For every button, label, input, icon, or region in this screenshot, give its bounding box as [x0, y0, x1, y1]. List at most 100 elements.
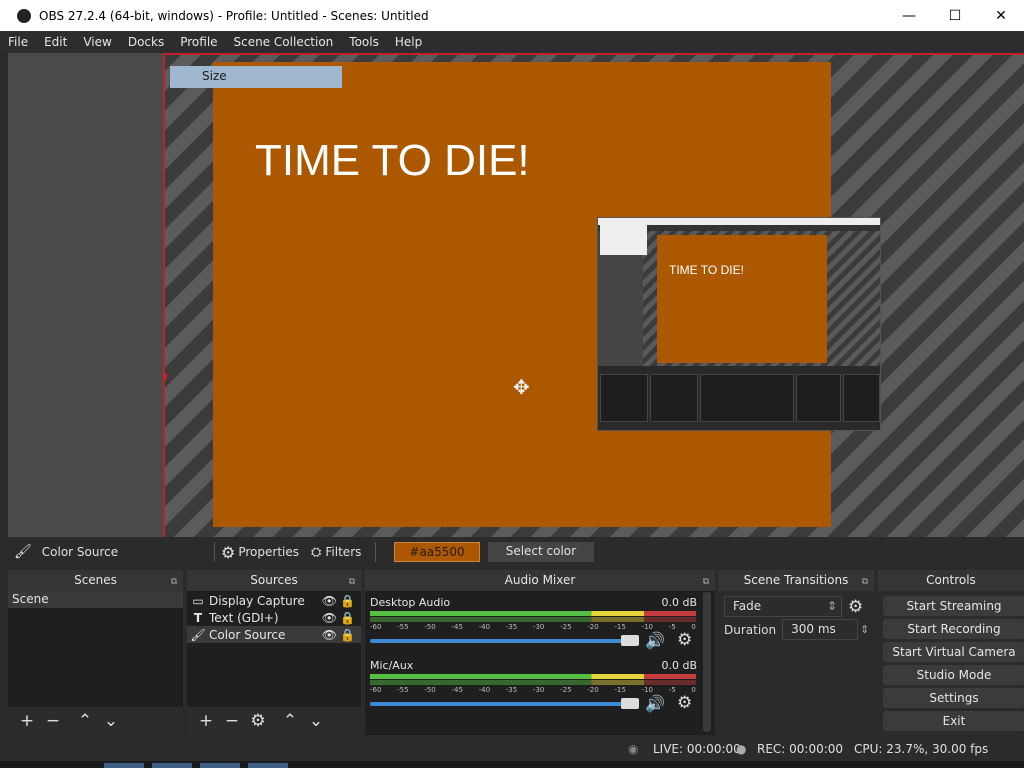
duration-input[interactable]: 300 ms — [782, 619, 859, 640]
live-status: LIVE: 00:00:00 — [653, 742, 741, 756]
size-menu-item[interactable]: Size — [170, 66, 342, 88]
volume-slider-handle[interactable] — [621, 698, 639, 709]
scenes-dock: Scenes ⧉ Scene + − ⌃ ⌄ — [8, 570, 183, 735]
selection-border-top — [163, 53, 1024, 55]
controls-title: Controls — [926, 573, 976, 587]
lock-icon[interactable]: 🔒 — [340, 611, 355, 625]
menu-view[interactable]: View — [75, 35, 119, 49]
mixer-scrollbar[interactable] — [703, 592, 711, 732]
sources-title: Sources — [250, 573, 298, 587]
display-capture-source[interactable]: TIME TO DIE! — [597, 217, 881, 431]
source-item[interactable]: 🖌 Color Source 👁 🔒 — [187, 626, 361, 643]
move-up-icon[interactable]: ⌃ — [72, 711, 98, 731]
transitions-title: Scene Transitions — [743, 573, 849, 587]
move-down-icon[interactable]: ⌄ — [303, 711, 329, 731]
popout-icon[interactable]: ⧉ — [703, 572, 709, 593]
transition-value: Fade — [733, 599, 762, 613]
taskbar — [0, 761, 1024, 768]
speaker-icon[interactable]: 🔊 — [645, 694, 665, 713]
eye-icon[interactable]: 👁 — [322, 594, 337, 608]
volume-slider[interactable] — [370, 702, 632, 706]
controls-dock: Controls Start Streaming Start Recording… — [878, 570, 1024, 735]
selected-source: 🖌 Color Source — [14, 544, 208, 560]
sources-dock: Sources ⧉ ▭ Display Capture 👁 🔒 T Text (G… — [187, 570, 361, 735]
filter-icon: ⛭ — [311, 544, 322, 560]
gear-icon[interactable]: ⚙ — [677, 630, 692, 650]
source-item[interactable]: T Text (GDI+) 👁 🔒 — [187, 609, 361, 626]
db-scale: -60 -55 -50 -45 -40 -35 -30 -25 -20 -15 -10 -5 0 — [370, 686, 696, 694]
close-button[interactable]: ✕ — [978, 0, 1024, 31]
color-source-canvas[interactable]: TIME TO DIE! TIME TO DIE! ✥ — [213, 62, 881, 527]
properties-button[interactable]: ⚙ Properties — [221, 543, 299, 562]
monitor-icon: ▭ — [192, 593, 204, 608]
nested-canvas-text: TIME TO DIE! — [669, 263, 744, 277]
eye-icon[interactable]: 👁 — [322, 611, 337, 625]
selection-border-left — [163, 53, 165, 537]
remove-icon[interactable]: − — [40, 711, 66, 731]
gear-icon[interactable]: ⚙ — [245, 711, 271, 731]
channel-db: 0.0 dB — [661, 596, 697, 609]
menu-scene-collection[interactable]: Scene Collection — [226, 35, 342, 49]
speaker-icon[interactable]: 🔊 — [645, 631, 665, 650]
duration-label: Duration — [724, 622, 777, 637]
transition-select[interactable]: Fade ⇕ — [724, 596, 842, 617]
select-color-button[interactable]: Select color — [487, 542, 595, 562]
popout-icon[interactable]: ⧉ — [862, 572, 868, 593]
spinner-icon[interactable]: ⇕ — [860, 623, 869, 636]
add-icon[interactable]: + — [193, 711, 219, 731]
channel-name: Mic/Aux — [370, 659, 414, 672]
gear-icon[interactable]: ⚙ — [848, 597, 863, 617]
channel-db: 0.0 dB — [661, 659, 697, 672]
scene-transitions-dock: Scene Transitions ⧉ Fade ⇕ ⚙ Duration 300… — [718, 570, 874, 735]
exit-button[interactable]: Exit — [883, 711, 1024, 731]
color-value-button[interactable]: #aa5500 — [394, 542, 480, 562]
preview-area[interactable]: TIME TO DIE! TIME TO DIE! ✥ Size — [163, 53, 1024, 537]
popout-icon[interactable]: ⧉ — [349, 572, 355, 593]
settings-button[interactable]: Settings — [883, 688, 1024, 708]
source-name: Text (GDI+) — [209, 610, 279, 625]
gear-icon: ⚙ — [221, 542, 236, 562]
gear-icon[interactable]: ⚙ — [677, 693, 692, 713]
add-icon[interactable]: + — [14, 711, 40, 731]
volume-slider-handle[interactable] — [621, 635, 639, 646]
move-up-icon[interactable]: ⌃ — [277, 711, 303, 731]
lock-icon[interactable]: 🔒 — [340, 628, 355, 642]
scene-item[interactable]: Scene — [8, 591, 183, 608]
maximize-button[interactable]: ☐ — [932, 0, 978, 31]
start-virtual-camera-button[interactable]: Start Virtual Camera — [883, 642, 1024, 662]
title-bar: OBS 27.2.4 (64-bit, windows) - Profile: … — [0, 0, 1024, 31]
broadcast-icon: ◉ — [628, 742, 639, 756]
studio-mode-button[interactable]: Studio Mode — [883, 665, 1024, 685]
brush-icon: 🖌 — [190, 627, 206, 642]
volume-meter — [370, 611, 696, 616]
start-streaming-button[interactable]: Start Streaming — [883, 596, 1024, 616]
filters-button[interactable]: ⛭ Filters — [311, 545, 361, 560]
source-name: Display Capture — [209, 593, 305, 608]
volume-slider[interactable] — [370, 639, 632, 643]
menu-docks[interactable]: Docks — [120, 35, 172, 49]
move-down-icon[interactable]: ⌄ — [98, 711, 124, 731]
minimize-button[interactable]: — — [886, 0, 932, 31]
move-cursor-icon: ✥ — [513, 375, 530, 399]
canvas-text: TIME TO DIE! — [255, 136, 530, 185]
menu-file[interactable]: File — [0, 35, 36, 49]
start-recording-button[interactable]: Start Recording — [883, 619, 1024, 639]
source-item[interactable]: ▭ Display Capture 👁 🔒 — [187, 592, 361, 609]
preview-left-margin — [8, 53, 163, 537]
source-toolbar: 🖌 Color Source ⚙ Properties ⛭ Filters #a… — [8, 539, 1024, 565]
popout-icon[interactable]: ⧉ — [171, 572, 177, 593]
menu-help[interactable]: Help — [387, 35, 430, 49]
eye-icon[interactable]: 👁 — [322, 628, 337, 642]
db-scale: -60 -55 -50 -45 -40 -35 -30 -25 -20 -15 -10 -5 0 — [370, 623, 696, 631]
menu-profile[interactable]: Profile — [172, 35, 225, 49]
record-dot-icon: ● — [736, 742, 747, 756]
volume-meter — [370, 674, 696, 679]
remove-icon[interactable]: − — [219, 711, 245, 731]
menu-tools[interactable]: Tools — [341, 35, 387, 49]
lock-icon[interactable]: 🔒 — [340, 594, 355, 608]
scenes-title: Scenes — [74, 573, 117, 587]
menu-edit[interactable]: Edit — [36, 35, 75, 49]
window-title: OBS 27.2.4 (64-bit, windows) - Profile: … — [39, 8, 429, 23]
source-name: Color Source — [209, 627, 286, 642]
resize-handle[interactable] — [163, 372, 167, 381]
